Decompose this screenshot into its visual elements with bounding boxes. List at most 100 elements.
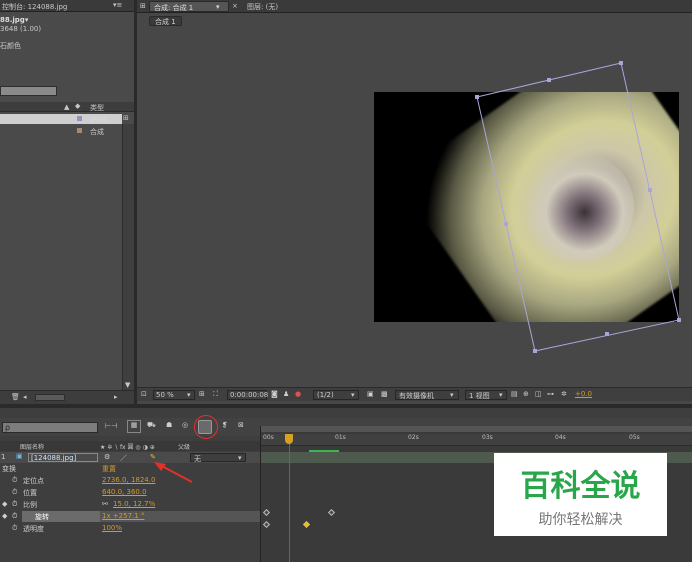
flowchart-icon[interactable]: ⊶: [547, 390, 554, 398]
project-panel: 控制台: 124088.jpg ▾≡ 88.jpg▾ 3648 (1.00) 石…: [0, 0, 134, 404]
time-ruler[interactable]: 00s 01s 02s 03s 04s 05s: [261, 434, 692, 446]
resolution-value: (1/2): [317, 391, 334, 399]
stopwatch-icon[interactable]: ⏱: [12, 524, 17, 533]
layer-name-field[interactable]: [124088.jpg]: [28, 453, 98, 462]
switch-icon[interactable]: ⚙: [104, 453, 110, 461]
constrain-proportions-icon[interactable]: ⚯: [102, 500, 108, 508]
property-name: 定位点: [23, 477, 44, 485]
rgb-channel-icon[interactable]: ●: [295, 390, 301, 398]
chevron-down-icon: ▾: [238, 454, 242, 462]
motion-blur-icon[interactable]: ◎: [182, 421, 188, 429]
property-name: 透明度: [23, 525, 44, 533]
toggle-pixel-icon[interactable]: ▤: [511, 390, 518, 398]
property-value[interactable]: 640.0, 360.0: [102, 488, 147, 496]
layer-index: 1: [1, 453, 6, 461]
property-row-opacity[interactable]: ⏱ 透明度 100%: [0, 523, 260, 534]
tree-icon[interactable]: ⊞: [123, 114, 129, 122]
resolution-select[interactable]: (1/2) ▾: [313, 390, 359, 400]
fast-preview-icon[interactable]: ⊕: [523, 390, 529, 398]
project-tab-bar: 控制台: 124088.jpg ▾≡: [0, 0, 134, 12]
label-swatch: [77, 128, 82, 133]
frame-blend-icon[interactable]: ☗: [166, 421, 172, 429]
layer-bounding-box[interactable]: [137, 0, 692, 404]
property-value[interactable]: 100%: [102, 524, 122, 532]
graph-toggle-icon[interactable]: ⊠: [238, 421, 244, 429]
comp-mini-flowchart-icon[interactable]: ⊢⊣: [105, 422, 117, 430]
project-search-field[interactable]: [0, 86, 57, 96]
keyframe-rotation-start[interactable]: [262, 520, 271, 529]
work-area-bar[interactable]: [261, 426, 692, 432]
stopwatch-icon[interactable]: ⏱: [12, 488, 17, 497]
transform-row[interactable]: 变换 重置: [0, 463, 260, 474]
label-tag-icon[interactable]: ◆: [75, 102, 80, 110]
property-row-position[interactable]: ⏱ 位置 640.0, 360.0: [0, 487, 260, 498]
stopwatch-active-icon[interactable]: ⏱: [12, 500, 17, 509]
color-label: 石颜色: [0, 42, 21, 50]
safe-zone-icon[interactable]: ⛶: [213, 390, 218, 399]
exposure-value[interactable]: +0.0: [575, 390, 592, 398]
current-time-field[interactable]: 0:00:00:08: [227, 390, 268, 400]
brainstorm-icon[interactable]: ❡: [222, 421, 228, 429]
sort-arrow-icon[interactable]: ▲: [64, 103, 69, 111]
col-type-header[interactable]: 类型: [90, 103, 104, 113]
layer-image-icon: ▣: [16, 452, 23, 460]
zoom-select[interactable]: 50 % ▾: [153, 390, 195, 400]
scroll-left-icon[interactable]: ◂: [23, 393, 27, 401]
property-name: 位置: [23, 489, 37, 497]
watermark-box: 百科全说 助你轻松解决: [494, 453, 667, 536]
file-name[interactable]: 88.jpg▾: [0, 16, 28, 24]
draft-3d-icon[interactable]: ▦: [127, 420, 141, 433]
layer-row[interactable]: 1 ▣ [124088.jpg] ⚙ ／ ✎ 无 ▾: [0, 452, 260, 463]
item-type: 合成: [90, 128, 104, 136]
reset-link[interactable]: 重置: [102, 464, 116, 474]
timeline-search-input[interactable]: ρ: [2, 422, 98, 433]
property-value[interactable]: 2736.0, 1824.0: [102, 476, 155, 484]
playhead-handle[interactable]: [285, 434, 293, 444]
layer-column-headers: 图层名称 ★ ✲ ∖ fx 圓 ◎ ◑ ⊕ 父级: [0, 441, 260, 451]
transform-label: 变换: [2, 465, 16, 473]
col-switches[interactable]: ★ ✲ ∖ fx 圓 ◎ ◑ ⊕: [100, 442, 155, 451]
views-select[interactable]: 1 视图 ▾: [465, 390, 507, 400]
col-parent[interactable]: 父级: [178, 442, 190, 451]
project-scrollbar[interactable]: [122, 124, 134, 392]
exposure-icon[interactable]: ✲: [561, 390, 567, 398]
delete-icon[interactable]: 🗑: [11, 393, 20, 401]
scroll-right-icon[interactable]: ▸: [114, 393, 118, 401]
keyframe-rotation-current[interactable]: [302, 520, 311, 529]
watermark-subtitle: 助你轻松解决: [538, 512, 623, 528]
watermark-title: 百科全说: [520, 469, 641, 504]
h-scrollbar-thumb[interactable]: [35, 394, 65, 401]
property-row-scale[interactable]: ◆ ⏱ 比例 ⚯ 15.0, 12.7%: [0, 499, 260, 510]
keyframe-nav-icon[interactable]: ◆: [2, 512, 7, 520]
quality-icon[interactable]: ／: [120, 453, 127, 463]
property-value[interactable]: 15.0, 12.7%: [113, 500, 155, 508]
panel-menu-icon[interactable]: ▾≡: [113, 1, 122, 9]
property-row-rotation[interactable]: ◆ ⏱ 旋转 1x +257.1 °: [0, 511, 260, 522]
keyframe-scale-end[interactable]: [327, 508, 336, 517]
chevron-down-icon: ▾: [351, 391, 355, 399]
hide-shy-icon[interactable]: ⛟: [147, 421, 156, 430]
camera-select[interactable]: 有效摄像机 ▾: [395, 390, 459, 400]
property-name: 比例: [23, 501, 37, 509]
highlight-circle: [194, 415, 218, 439]
stopwatch-icon[interactable]: ⏱: [12, 476, 17, 485]
show-snapshot-icon[interactable]: ♟: [283, 390, 289, 398]
roi-icon[interactable]: ▣: [367, 390, 374, 398]
property-row-anchor[interactable]: ⏱ 定位点 2736.0, 1824.0: [0, 475, 260, 486]
grid-icon[interactable]: ⊞: [199, 390, 205, 398]
col-layer-name[interactable]: 图层名称: [20, 442, 44, 451]
keyframe-nav-icon[interactable]: ◆: [2, 500, 7, 508]
scroll-down-icon[interactable]: ▼: [125, 381, 130, 389]
property-value[interactable]: 1x +257.1 °: [102, 512, 144, 520]
views-value: 1 视图: [469, 392, 490, 400]
chevron-down-icon: ▾: [187, 391, 191, 399]
transparency-grid-icon[interactable]: ▩: [381, 390, 388, 398]
keyframe-scale-start[interactable]: [262, 508, 271, 517]
project-tab-title[interactable]: 控制台: 124088.jpg: [2, 2, 67, 12]
camera-value: 有效摄像机: [399, 392, 434, 400]
always-preview-icon[interactable]: ⊡: [141, 390, 147, 398]
project-bottom-bar: 🗑 ◂ ▸: [0, 390, 134, 404]
snapshot-icon[interactable]: ◙: [271, 390, 278, 398]
timeline-icon[interactable]: ◫: [535, 390, 542, 398]
stopwatch-active-icon[interactable]: ⏱: [12, 512, 17, 521]
